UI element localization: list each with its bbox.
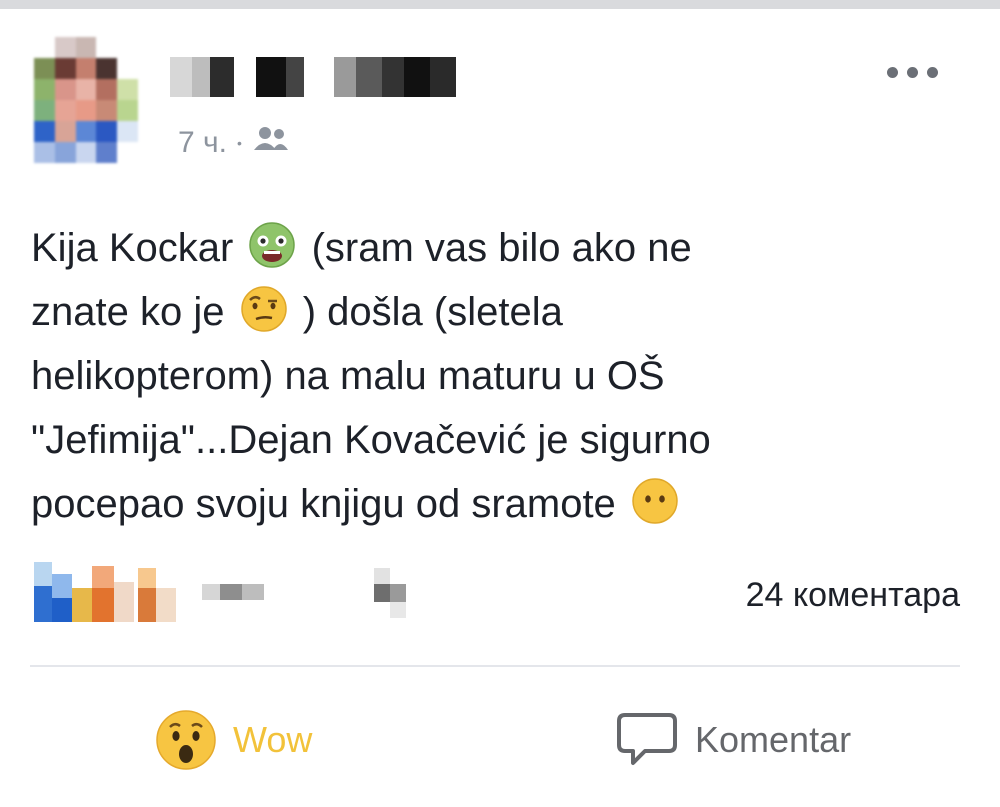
divider xyxy=(30,665,960,667)
post-line-2: znate ko je ) došla (sletela xyxy=(31,280,891,344)
comment-button[interactable]: Komentar xyxy=(615,700,851,780)
post-line-1: Kija Kockar (sram vas bilo ako ne xyxy=(31,216,891,280)
nauseated-face-icon xyxy=(249,222,296,268)
face-without-mouth-icon xyxy=(632,478,678,524)
face-with-raised-eyebrow-icon xyxy=(240,286,287,332)
meta-separator: • xyxy=(236,135,242,151)
wow-reaction-icon xyxy=(156,710,216,770)
more-horizontal-icon[interactable] xyxy=(887,62,947,82)
comment-label: Komentar xyxy=(695,719,852,760)
post-meta: 7 ч. • xyxy=(178,126,290,160)
author-name-redacted[interactable] xyxy=(170,55,470,99)
comments-count-link[interactable]: 24 коментара xyxy=(746,576,960,615)
facebook-post-card: 7 ч. • Kija Kockar (sram vas bilo ako ne… xyxy=(0,0,1000,807)
avatar[interactable] xyxy=(34,37,138,163)
speech-bubble-icon xyxy=(617,713,677,765)
top-strip xyxy=(0,0,1000,9)
post-line-3: helikopterom) na malu maturu u OŠ xyxy=(31,354,665,398)
post-line-4: "Jefimija"...Dejan Kovačević je sigurno xyxy=(31,418,711,462)
post-time[interactable]: 7 ч. xyxy=(178,126,227,160)
post-text: Kija Kockar (sram vas bilo ako ne znate … xyxy=(31,216,891,536)
friends-icon xyxy=(252,126,290,160)
wow-label: Wow xyxy=(233,719,313,760)
post-line-5: pocepao svoju knjigu od sramote xyxy=(31,472,891,536)
wow-reaction-button[interactable]: Wow xyxy=(155,700,312,780)
reactions-summary-redacted[interactable] xyxy=(34,558,434,628)
